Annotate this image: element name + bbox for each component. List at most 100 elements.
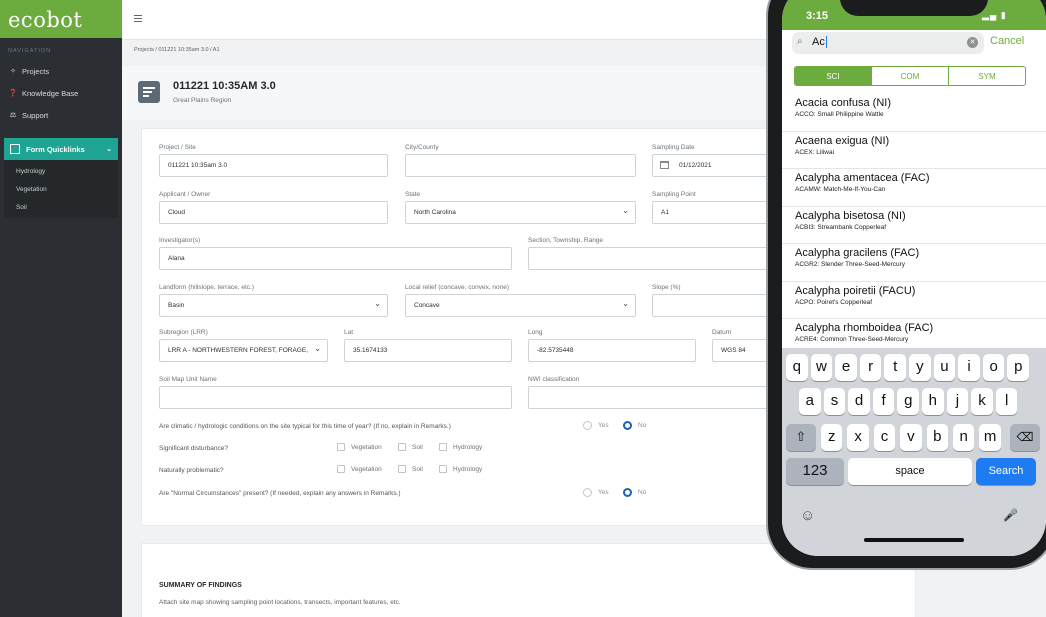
problematic-soil-checkbox[interactable]: Soil <box>398 465 423 473</box>
backspace-key[interactable]: ⌫ <box>1010 424 1040 451</box>
key-c[interactable]: c <box>873 424 896 451</box>
key-f[interactable]: f <box>872 388 895 415</box>
applicant-field[interactable]: Cloud <box>159 201 388 224</box>
form-quicklinks-toggle[interactable]: Form Quicklinks ⌄ <box>4 138 118 160</box>
quicklink-vegetation[interactable]: Vegetation <box>4 180 118 198</box>
radio-label: Yes <box>598 422 609 429</box>
sidebar-item-projects[interactable]: ✧ Projects <box>0 60 122 82</box>
key-z[interactable]: z <box>821 424 843 451</box>
key-b[interactable]: b <box>926 424 948 451</box>
list-item[interactable]: Acalypha amentacea (FAC) ACAMW: Match-Me-… <box>782 169 1046 207</box>
key-e[interactable]: e <box>835 354 857 381</box>
key-a[interactable]: a <box>799 388 821 415</box>
hamburger-menu-icon[interactable] <box>134 15 142 22</box>
key-i[interactable]: i <box>958 354 980 381</box>
disturbance-hydrology-checkbox[interactable]: Hydrology <box>439 443 482 451</box>
key-k[interactable]: k <box>971 388 993 415</box>
projects-icon: ✧ <box>10 68 16 75</box>
key-u[interactable]: u <box>933 354 956 381</box>
list-item[interactable]: Acalypha gracilens (FAC) ACGR2: Slender T… <box>782 244 1046 282</box>
slope-field[interactable] <box>652 294 772 317</box>
city-county-field[interactable] <box>405 154 636 177</box>
sampling-date-field[interactable]: 01/12/2021 <box>652 154 772 177</box>
problematic-hydrology-checkbox[interactable]: Hydrology <box>439 465 482 473</box>
sampling-point-field[interactable]: A1 <box>652 201 772 224</box>
key-l[interactable]: l <box>995 388 1018 415</box>
checkbox-icon <box>337 443 345 451</box>
disturbance-vegetation-checkbox[interactable]: Vegetation <box>337 443 382 451</box>
list-item[interactable]: Acalypha bisetosa (NI) ACBI3: Streambank … <box>782 207 1046 244</box>
list-item[interactable]: Acaena exigua (NI) ACEX: Liliwai <box>782 132 1046 169</box>
numbers-key[interactable]: 123 <box>786 458 844 485</box>
key-n[interactable]: n <box>953 424 975 451</box>
section-field[interactable] <box>528 247 772 270</box>
normal-circumstances-question: Are "Normal Circumstances" present? (If … <box>159 490 401 497</box>
phone-time: 3:15 <box>806 10 829 22</box>
state-label: State <box>405 191 421 198</box>
search-key[interactable]: Search <box>976 458 1036 485</box>
name-type-segmented-control: SCI COM SYM <box>794 66 1026 86</box>
clear-icon[interactable]: ✕ <box>967 37 978 48</box>
key-p[interactable]: p <box>1007 354 1030 381</box>
subregion-label: Subregion (LRR) <box>159 329 208 336</box>
key-d[interactable]: d <box>848 388 870 415</box>
list-item[interactable]: Acacia confusa (NI) ACCO: Small Philippin… <box>782 94 1046 132</box>
cancel-button[interactable]: Cancel <box>990 35 1024 47</box>
segment-sym[interactable]: SYM <box>949 67 1025 85</box>
climatic-no-radio[interactable]: No <box>623 421 646 430</box>
key-j[interactable]: j <box>946 388 969 415</box>
checkbox-label: Vegetation <box>351 443 382 451</box>
state-select[interactable]: North Carolina <box>405 201 636 224</box>
segment-sci[interactable]: SCI <box>795 67 872 85</box>
key-g[interactable]: g <box>897 388 920 415</box>
sidebar-item-knowledge-base[interactable]: ❓ Knowledge Base <box>0 82 122 104</box>
space-key[interactable]: space <box>848 458 972 485</box>
key-y[interactable]: y <box>909 354 931 381</box>
support-icon: ⚖ <box>9 112 17 119</box>
disturbance-question: Significant disturbance? <box>159 445 229 452</box>
project-site-field[interactable]: 011221 10:35am 3.0 <box>159 154 388 177</box>
key-w[interactable]: w <box>810 354 833 381</box>
landform-select[interactable]: Basin <box>159 294 388 317</box>
local-relief-select[interactable]: Concave <box>405 294 636 317</box>
quicklink-soil[interactable]: Soil <box>4 198 118 216</box>
segment-com[interactable]: COM <box>872 67 949 85</box>
shift-key[interactable]: ⇧ <box>786 424 816 451</box>
subregion-select[interactable]: LRR A - NORTHWESTERN FOREST, FORAGE, <box>159 339 328 362</box>
sidebar-item-support[interactable]: ⚖ Support <box>0 104 122 126</box>
search-value-wrap: Ac <box>812 36 827 49</box>
app-root: ecobot NAVIGATION ✧ Projects ❓ Knowledge… <box>0 0 1046 617</box>
key-t[interactable]: t <box>884 354 907 381</box>
key-m[interactable]: m <box>979 424 1001 451</box>
microphone-icon[interactable]: 🎤 <box>1003 508 1018 522</box>
emoji-icon[interactable]: ☺ <box>800 507 815 524</box>
problematic-question: Naturally problematic? <box>159 467 224 474</box>
key-v[interactable]: v <box>900 424 922 451</box>
long-field[interactable]: -82.5735448 <box>528 339 696 362</box>
quicklink-hydrology[interactable]: Hydrology <box>4 162 118 180</box>
key-h[interactable]: h <box>922 388 944 415</box>
summary-title: SUMMARY OF FINDINGS <box>159 582 242 589</box>
normal-no-radio[interactable]: No <box>623 488 646 497</box>
ecobot-logo[interactable]: ecobot <box>0 0 122 38</box>
key-s[interactable]: s <box>823 388 846 415</box>
list-item[interactable]: Acalypha poiretii (FACU) ACPO: Poiret's C… <box>782 282 1046 319</box>
key-r[interactable]: r <box>859 354 882 381</box>
key-q[interactable]: q <box>786 354 808 381</box>
key-o[interactable]: o <box>982 354 1005 381</box>
species-search-input[interactable]: ⌕ Ac ✕ <box>792 32 984 54</box>
sampling-date-value: 01/12/2021 <box>679 162 712 169</box>
problematic-vegetation-checkbox[interactable]: Vegetation <box>337 465 382 473</box>
investigator-field[interactable]: Alana <box>159 247 512 270</box>
breadcrumb[interactable]: Projects / 011221 10:35am 3.0 / A1 <box>134 47 220 53</box>
key-x[interactable]: x <box>847 424 869 451</box>
project-site-label: Project / Site <box>159 144 196 151</box>
normal-yes-radio[interactable]: Yes <box>583 488 609 497</box>
lat-field[interactable]: 35.1674133 <box>344 339 512 362</box>
climatic-yes-radio[interactable]: Yes <box>583 421 609 430</box>
soil-map-field[interactable] <box>159 386 512 409</box>
disturbance-soil-checkbox[interactable]: Soil <box>398 443 423 451</box>
nwi-field[interactable] <box>528 386 772 409</box>
checkbox-icon <box>337 465 345 473</box>
datum-field[interactable]: WGS 84 <box>712 339 772 362</box>
